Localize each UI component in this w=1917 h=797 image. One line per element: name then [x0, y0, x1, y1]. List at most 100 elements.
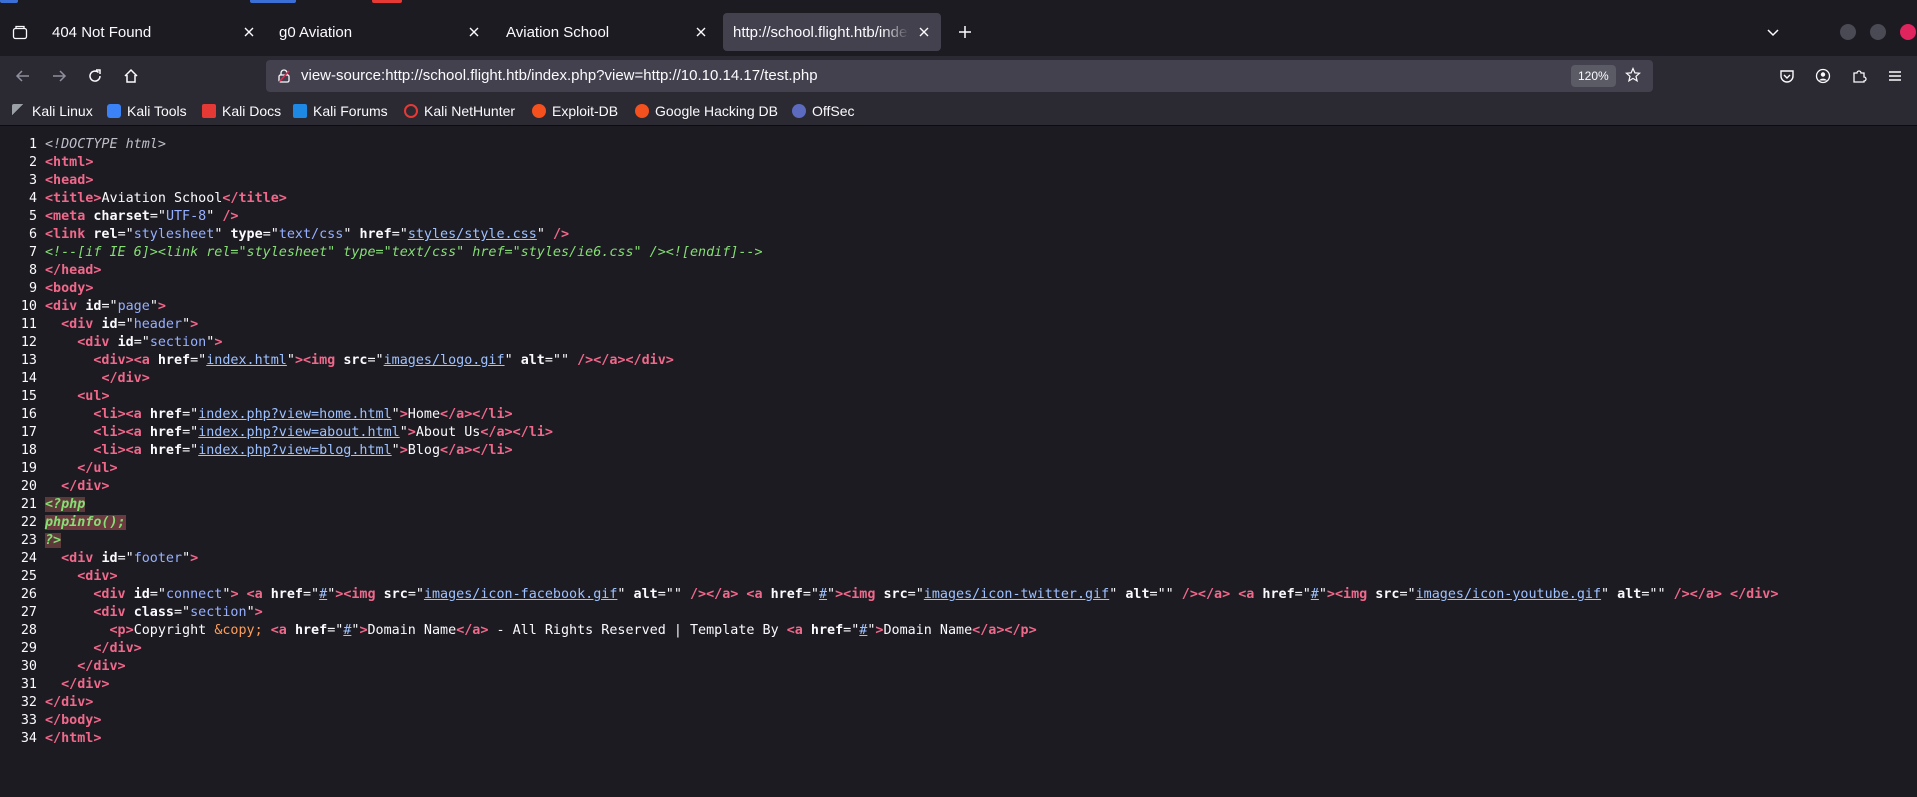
- source-token: alt: [520, 353, 545, 368]
- source-token: ": [1109, 587, 1126, 602]
- ghdb-icon: [635, 104, 649, 118]
- source-link[interactable]: index.php?view=blog.html: [198, 443, 391, 458]
- source-link[interactable]: images/icon-youtube.gif: [1416, 587, 1601, 602]
- zoom-level-button[interactable]: 120%: [1571, 65, 1616, 87]
- source-link[interactable]: index.php?view=about.html: [198, 425, 400, 440]
- source-token: ": [182, 317, 191, 332]
- source-token: - All Rights Reserved | Template By: [488, 623, 787, 638]
- bookmark-star-icon[interactable]: [1624, 66, 1642, 86]
- tab-404-not-found[interactable]: 404 Not Found: [42, 13, 266, 51]
- source-token: [45, 587, 93, 602]
- tab-g0-aviation[interactable]: g0 Aviation: [269, 13, 491, 51]
- tab-view-source-active[interactable]: http://school.flight.htb/index.php?view=…: [723, 13, 941, 51]
- source-token: <a: [270, 623, 295, 638]
- source-token: [45, 425, 93, 440]
- app-menu-button[interactable]: [1882, 63, 1908, 89]
- home-button[interactable]: [118, 63, 144, 89]
- source-line: 22 phpinfo();: [0, 514, 1917, 532]
- bookmark-kali-nethunter[interactable]: Kali NetHunter: [404, 101, 515, 121]
- bookmark-kali-linux[interactable]: Kali Linux: [12, 101, 93, 121]
- source-token: >: [407, 425, 416, 440]
- line-number: 14: [20, 371, 37, 386]
- source-token: <?php: [45, 497, 86, 512]
- list-all-tabs-button[interactable]: [1762, 21, 1784, 43]
- source-line: 7 <!--[if IE 6]><link rel="stylesheet" ty…: [0, 244, 1917, 262]
- source-token: <img: [303, 353, 344, 368]
- source-token: <a: [746, 587, 771, 602]
- account-button[interactable]: [1810, 63, 1836, 89]
- maximize-window-button[interactable]: [1870, 24, 1886, 40]
- source-token: </head>: [45, 263, 102, 278]
- line-number: 27: [20, 605, 37, 620]
- bookmark-kali-tools[interactable]: Kali Tools: [107, 101, 187, 121]
- tab-close-button[interactable]: [465, 23, 483, 41]
- source-token: <!DOCTYPE html>: [45, 137, 166, 152]
- tab-groups-button[interactable]: [8, 21, 32, 45]
- source-token: [1722, 587, 1730, 602]
- bookmark-kali-forums[interactable]: Kali Forums: [293, 101, 388, 121]
- source-line: 19 </ul>: [0, 460, 1917, 478]
- source-line: 8 </head>: [0, 262, 1917, 280]
- page-info-icon[interactable]: [276, 68, 292, 87]
- source-token: UTF-8: [165, 209, 207, 224]
- extensions-button[interactable]: [1846, 63, 1872, 89]
- source-line: 16 <li><a href="index.php?view=home.html…: [0, 406, 1917, 424]
- source-token: </div>: [93, 641, 142, 656]
- forward-button[interactable]: [46, 63, 72, 89]
- pocket-button[interactable]: [1774, 63, 1800, 89]
- tab-close-button[interactable]: [692, 23, 710, 41]
- source-link[interactable]: styles/style.css: [408, 227, 537, 242]
- line-number: 28: [20, 623, 37, 638]
- tab-close-button[interactable]: [915, 23, 933, 41]
- source-token: [45, 479, 61, 494]
- source-token: href: [149, 425, 183, 440]
- source-token: [45, 407, 93, 422]
- tab-aviation-school[interactable]: Aviation School: [496, 13, 718, 51]
- close-window-button[interactable]: [1900, 24, 1916, 40]
- source-token: </a>: [706, 587, 739, 602]
- tab-close-button[interactable]: [240, 23, 258, 41]
- source-token: </a>: [480, 425, 513, 440]
- source-line: 4 <title>Aviation School</title>: [0, 190, 1917, 208]
- reload-icon: [89, 69, 101, 82]
- back-button[interactable]: [10, 63, 36, 89]
- line-number: 19: [20, 461, 37, 476]
- bookmark-exploit-db[interactable]: Exploit-DB: [532, 101, 618, 121]
- bookmark-kali-docs[interactable]: Kali Docs: [202, 101, 281, 121]
- url-text[interactable]: view-source:http://school.flight.htb/ind…: [301, 67, 818, 84]
- source-token: <img: [343, 587, 384, 602]
- line-number: 16: [20, 407, 37, 422]
- navigation-toolbar: view-source:http://school.flight.htb/ind…: [0, 56, 1917, 96]
- reload-button[interactable]: [82, 63, 108, 89]
- offsec-icon: [792, 104, 806, 118]
- source-token: ": [399, 425, 408, 440]
- source-link[interactable]: images/icon-twitter.gif: [924, 587, 1109, 602]
- source-token: [45, 551, 61, 566]
- source-link[interactable]: images/logo.gif: [384, 353, 505, 368]
- tab-title: Aviation School: [506, 23, 610, 41]
- source-link[interactable]: images/icon-facebook.gif: [424, 587, 617, 602]
- close-icon: [244, 27, 254, 37]
- source-token: Aviation School: [101, 191, 223, 206]
- source-token: <p: [109, 623, 126, 638]
- source-token: </html>: [45, 731, 102, 746]
- bookmark-google-hacking-db[interactable]: Google Hacking DB: [635, 101, 778, 121]
- source-token: </a>: [593, 353, 626, 368]
- source-token: =": [327, 623, 344, 638]
- source-token: =": [182, 443, 199, 458]
- source-link[interactable]: index.php?view=home.html: [198, 407, 391, 422]
- new-tab-button[interactable]: [954, 21, 976, 43]
- source-token: </ul>: [77, 461, 118, 476]
- source-link[interactable]: #: [1311, 587, 1319, 602]
- source-line: 24 <div id="footer">: [0, 550, 1917, 568]
- minimize-window-button[interactable]: [1840, 24, 1856, 40]
- source-token: phpinfo();: [45, 515, 126, 530]
- source-link[interactable]: #: [319, 587, 327, 602]
- source-link[interactable]: index.html: [206, 353, 287, 368]
- source-link[interactable]: #: [819, 587, 827, 602]
- address-bar[interactable]: view-source:http://school.flight.htb/ind…: [266, 60, 1653, 92]
- source-line: 34 </html>: [0, 730, 1917, 748]
- source-token: >: [190, 317, 199, 332]
- source-token: footer: [133, 551, 183, 566]
- bookmark-offsec[interactable]: OffSec: [792, 101, 855, 121]
